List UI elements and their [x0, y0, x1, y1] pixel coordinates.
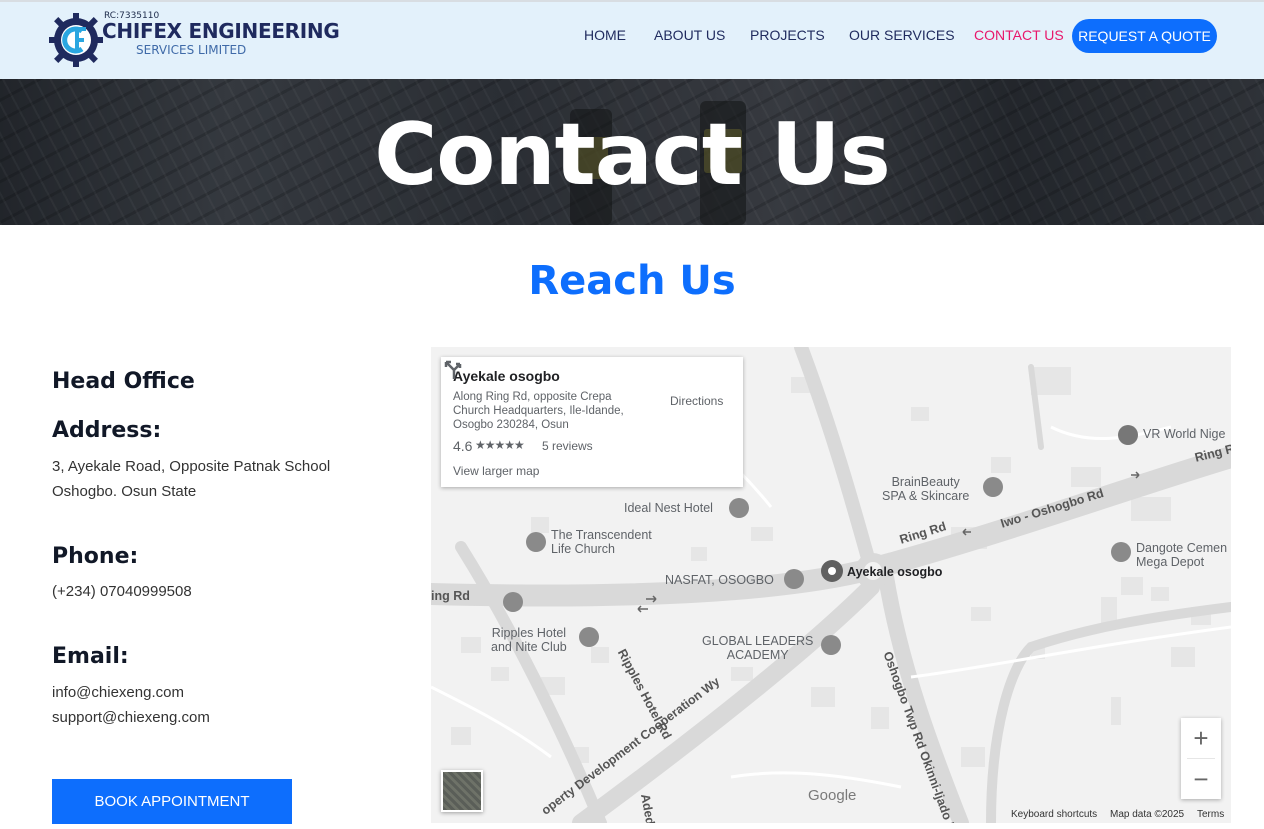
address-line-1: 3, Ayekale Road, Opposite Patnak School [52, 458, 331, 475]
poi-global-leaders[interactable]: GLOBAL LEADERS ACADEMY [702, 634, 813, 662]
place-info-card: Ayekale osogbo Along Ring Rd, opposite C… [441, 357, 743, 487]
phone-label: Phone: [52, 544, 139, 569]
map-data-attribution: Map data ©2025 [1110, 809, 1185, 820]
directions-icon[interactable] [441, 357, 465, 381]
hero-title: Contact Us [374, 105, 891, 205]
email-info[interactable]: info@chiexeng.com [52, 680, 184, 705]
poi-brainbeauty[interactable]: BrainBeauty SPA & Skincare [882, 475, 969, 503]
head-office-heading: Head Office [52, 369, 195, 394]
section-heading: Reach Us [528, 258, 736, 304]
place-title: Ayekale osogbo [453, 368, 560, 384]
phone-number[interactable]: (+234) 07040999508 [52, 579, 192, 604]
directions-link[interactable]: Directions [670, 394, 723, 408]
email-support[interactable]: support@chiexeng.com [52, 705, 210, 730]
nav-our-services[interactable]: OUR SERVICES [849, 27, 955, 43]
rating-stars-icon: ★★★★★ [475, 438, 525, 452]
poi-dangote-depot[interactable]: Dangote Cemen Mega Depot [1136, 541, 1227, 569]
nav-about-us[interactable]: ABOUT US [654, 27, 725, 43]
poi-ayekale-osogbo[interactable]: Ayekale osogbo [847, 565, 942, 579]
nav-projects[interactable]: PROJECTS [750, 27, 825, 43]
satellite-toggle-button[interactable] [441, 770, 483, 812]
terms-link[interactable]: Terms [1197, 809, 1224, 820]
place-address: Along Ring Rd, opposite Crepa Church Hea… [453, 391, 624, 431]
place-rating: 4.6 [453, 438, 473, 454]
google-logo: Google [808, 787, 857, 804]
site-header: RC:7335110 CHIFEX ENGINEERING SERVICES L… [0, 0, 1264, 79]
address-label: Address: [52, 418, 162, 443]
keyboard-shortcuts-link[interactable]: Keyboard shortcuts [1011, 809, 1097, 820]
book-appointment-button[interactable]: BOOK APPOINTMENT [52, 779, 292, 824]
poi-nasfat[interactable]: NASFAT, OSOGBO [665, 573, 774, 587]
nav-home[interactable]: HOME [584, 27, 626, 43]
poi-vr-world[interactable]: VR World Nige [1143, 427, 1225, 441]
address-line-2: Oshogbo. Osun State [52, 483, 197, 500]
main-nav: HOME ABOUT US PROJECTS OUR SERVICES CONT… [0, 18, 1264, 53]
map-zoom-controls: + − [1181, 718, 1221, 799]
reviews-link[interactable]: 5 reviews [542, 439, 593, 453]
poi-ideal-nest-hotel[interactable]: Ideal Nest Hotel [624, 501, 713, 515]
zoom-in-button[interactable]: + [1181, 718, 1221, 758]
poi-ripples-hotel[interactable]: Ripples Hotel and Nite Club [491, 626, 567, 654]
request-quote-button[interactable]: REQUEST A QUOTE [1072, 19, 1217, 53]
email-label: Email: [52, 644, 129, 669]
view-larger-map-link[interactable]: View larger map [453, 464, 539, 478]
poi-transcendent-church[interactable]: The Transcendent Life Church [551, 528, 652, 556]
road-ring-rd-left: ing Rd [431, 589, 470, 603]
hero-banner: Contact Us [0, 79, 1264, 225]
nav-contact-us[interactable]: CONTACT US [974, 27, 1064, 43]
google-map[interactable]: VR World Nige BrainBeauty SPA & Skincare… [431, 347, 1231, 823]
zoom-out-button[interactable]: − [1181, 759, 1221, 799]
